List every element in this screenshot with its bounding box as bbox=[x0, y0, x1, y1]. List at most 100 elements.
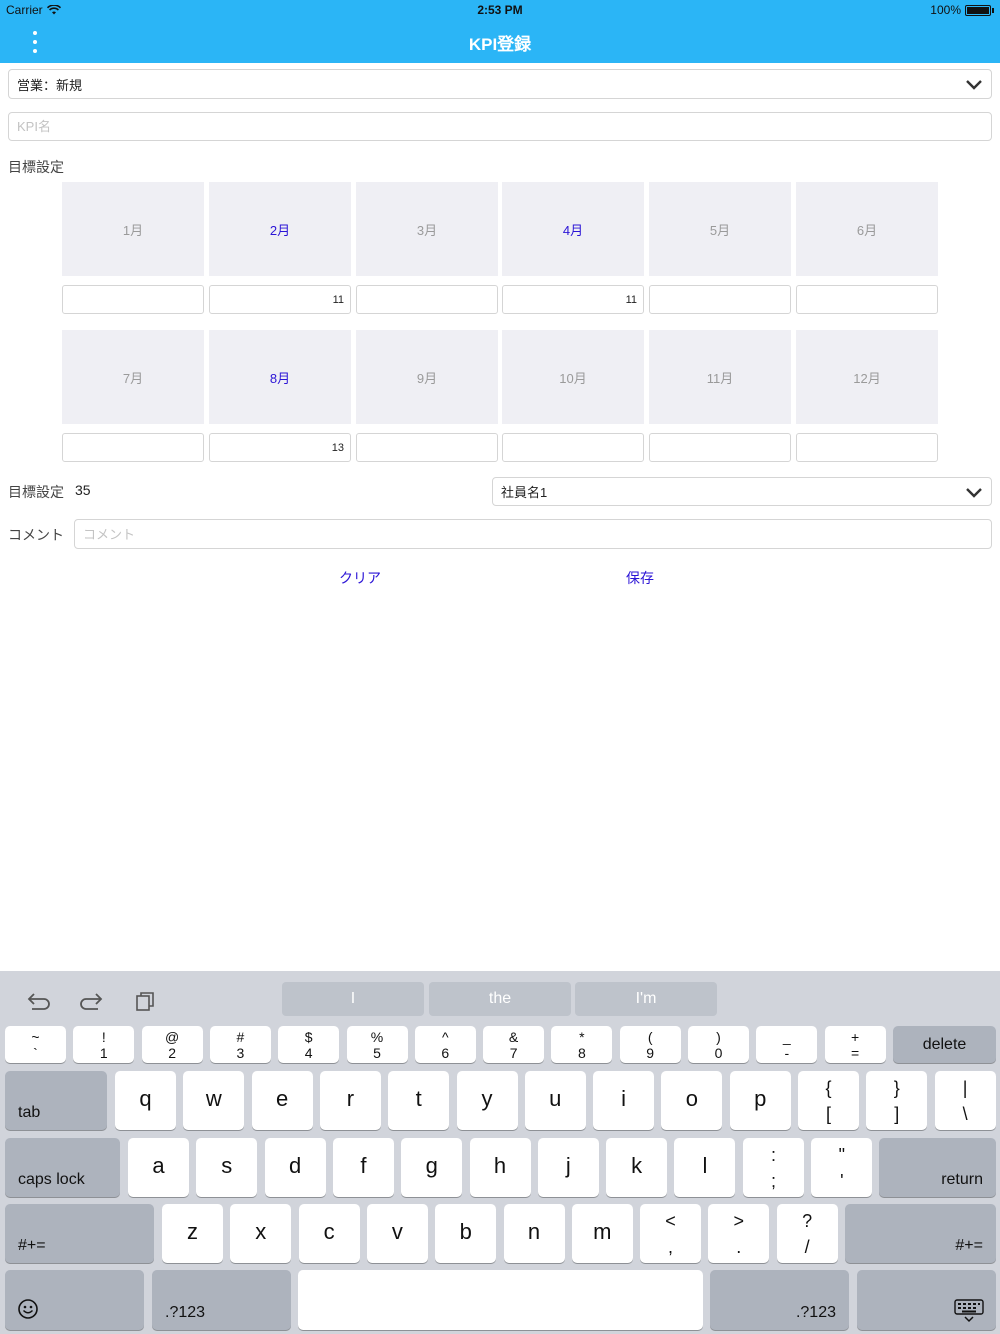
key-letter[interactable]: o bbox=[661, 1071, 723, 1130]
month-target-input[interactable] bbox=[649, 285, 791, 314]
return-key[interactable]: return bbox=[879, 1138, 996, 1197]
key-letter[interactable]: u bbox=[524, 1071, 586, 1130]
key-symbol[interactable]: ? / bbox=[776, 1204, 838, 1263]
month-target-input[interactable] bbox=[796, 285, 938, 314]
save-button[interactable]: 保存 bbox=[610, 568, 670, 588]
key-letter[interactable]: a bbox=[128, 1138, 189, 1197]
key-symbol[interactable]: " ' bbox=[811, 1138, 873, 1197]
key-letter[interactable]: v bbox=[366, 1204, 428, 1263]
key-letter[interactable]: i bbox=[593, 1071, 655, 1130]
shift-symbols-key[interactable]: #+= bbox=[845, 1204, 996, 1263]
key-symbol[interactable]: % 5 bbox=[346, 1026, 408, 1063]
key-symbol[interactable]: (9 bbox=[619, 1026, 681, 1063]
delete-key[interactable]: delete bbox=[893, 1026, 996, 1063]
key-symbol[interactable]: @2 bbox=[141, 1026, 203, 1063]
key-symbol[interactable]: $4 bbox=[278, 1026, 340, 1063]
employee-select[interactable]: 社員名1 bbox=[492, 477, 992, 506]
month-target-input[interactable] bbox=[209, 433, 351, 462]
caps-lock-key[interactable]: caps lock bbox=[5, 1138, 120, 1197]
key-letter[interactable]: k bbox=[606, 1138, 668, 1197]
key-label-top: ) bbox=[716, 1029, 721, 1045]
key-symbol[interactable]: {[ bbox=[798, 1071, 859, 1130]
key-letter[interactable]: p bbox=[729, 1071, 791, 1130]
key-label-top: " bbox=[838, 1145, 845, 1165]
month-header[interactable]: 6月 bbox=[796, 182, 938, 276]
emoji-key[interactable] bbox=[5, 1270, 144, 1330]
key-symbol[interactable]: :; bbox=[743, 1138, 804, 1197]
key-symbol[interactable]: * 8 bbox=[551, 1026, 613, 1063]
key-letter[interactable]: q bbox=[115, 1071, 176, 1130]
key-label: caps lock bbox=[18, 1171, 85, 1188]
key-letter[interactable]: t bbox=[388, 1071, 450, 1130]
key-letter[interactable]: g bbox=[401, 1138, 463, 1197]
paste-icon[interactable] bbox=[130, 988, 160, 1014]
month-header[interactable]: 7月 bbox=[62, 330, 204, 424]
month-header[interactable]: 1月 bbox=[62, 182, 204, 276]
key-letter[interactable]: f bbox=[332, 1138, 394, 1197]
key-symbol[interactable]: ~ ` bbox=[5, 1026, 66, 1063]
key-symbol[interactable]: ! 1 bbox=[73, 1026, 135, 1063]
key-letter[interactable]: h bbox=[469, 1138, 531, 1197]
month-header[interactable]: 9月 bbox=[356, 330, 498, 424]
key-letter[interactable]: r bbox=[319, 1071, 381, 1130]
month-header[interactable]: 4月 bbox=[502, 182, 644, 276]
redo-icon[interactable] bbox=[76, 988, 106, 1014]
shift-symbols-key[interactable]: #+= bbox=[5, 1204, 154, 1263]
key-symbol[interactable]: }] bbox=[866, 1071, 928, 1130]
key-symbol[interactable]: ) 0 bbox=[688, 1026, 749, 1063]
category-select[interactable]: 営業：新規 bbox=[8, 69, 992, 99]
suggestion-3[interactable]: I'm bbox=[575, 982, 717, 1016]
month-target-input[interactable] bbox=[62, 285, 204, 314]
key-letter[interactable]: j bbox=[537, 1138, 599, 1197]
key-letter[interactable]: b bbox=[435, 1204, 497, 1263]
key-label-top: & bbox=[508, 1029, 519, 1045]
month-header[interactable]: 3月 bbox=[356, 182, 498, 276]
key-letter[interactable]: n bbox=[503, 1204, 565, 1263]
key-label: o bbox=[685, 1085, 699, 1111]
month-header[interactable]: 5月 bbox=[649, 182, 791, 276]
key-symbol[interactable]: <, bbox=[640, 1204, 701, 1263]
clear-button[interactable]: クリア bbox=[330, 568, 390, 588]
key-letter[interactable]: m bbox=[571, 1204, 633, 1263]
month-header[interactable]: 8月 bbox=[209, 330, 351, 424]
key-symbol[interactable]: & 7 bbox=[483, 1026, 545, 1063]
key-symbol[interactable]: | \ bbox=[934, 1071, 996, 1130]
month-header[interactable]: 10月 bbox=[502, 330, 644, 424]
key-letter[interactable]: e bbox=[251, 1071, 313, 1130]
key-label-bottom: = bbox=[851, 1045, 860, 1061]
month-target-input[interactable] bbox=[209, 285, 351, 314]
month-header[interactable]: 12月 bbox=[796, 330, 938, 424]
month-target-input[interactable] bbox=[62, 433, 204, 462]
key-symbol[interactable]: >. bbox=[708, 1204, 770, 1263]
month-target-input[interactable] bbox=[796, 433, 938, 462]
key-letter[interactable]: c bbox=[298, 1204, 360, 1263]
key-letter[interactable]: x bbox=[230, 1204, 292, 1263]
suggestion-1[interactable]: I bbox=[282, 982, 424, 1016]
month-target-input[interactable] bbox=[649, 433, 791, 462]
key-symbol[interactable]: #3 bbox=[209, 1026, 271, 1063]
comment-input[interactable] bbox=[74, 519, 992, 549]
key-symbol[interactable]: + = bbox=[824, 1026, 886, 1063]
month-header[interactable]: 2月 bbox=[209, 182, 351, 276]
month-header[interactable]: 11月 bbox=[649, 330, 791, 424]
suggestion-2[interactable]: the bbox=[429, 982, 571, 1016]
key-symbol[interactable]: ^ 6 bbox=[414, 1026, 476, 1063]
key-letter[interactable]: s bbox=[196, 1138, 258, 1197]
numbers-key[interactable]: .?123 bbox=[152, 1270, 291, 1330]
numbers-key[interactable]: .?123 bbox=[710, 1270, 849, 1330]
key-letter[interactable]: d bbox=[264, 1138, 326, 1197]
month-target-input[interactable] bbox=[502, 433, 644, 462]
key-letter[interactable]: z bbox=[162, 1204, 223, 1263]
month-target-input[interactable] bbox=[356, 433, 498, 462]
space-key[interactable] bbox=[298, 1270, 703, 1330]
month-target-input[interactable] bbox=[502, 285, 644, 314]
key-symbol[interactable]: _ - bbox=[756, 1026, 818, 1063]
tab-key[interactable]: tab bbox=[5, 1071, 107, 1130]
keyboard-dismiss-key[interactable] bbox=[857, 1270, 996, 1330]
kpi-name-input[interactable] bbox=[8, 112, 992, 141]
month-target-input[interactable] bbox=[356, 285, 498, 314]
key-letter[interactable]: l bbox=[674, 1138, 736, 1197]
undo-icon[interactable] bbox=[24, 988, 54, 1014]
key-letter[interactable]: w bbox=[183, 1071, 245, 1130]
key-letter[interactable]: y bbox=[456, 1071, 518, 1130]
